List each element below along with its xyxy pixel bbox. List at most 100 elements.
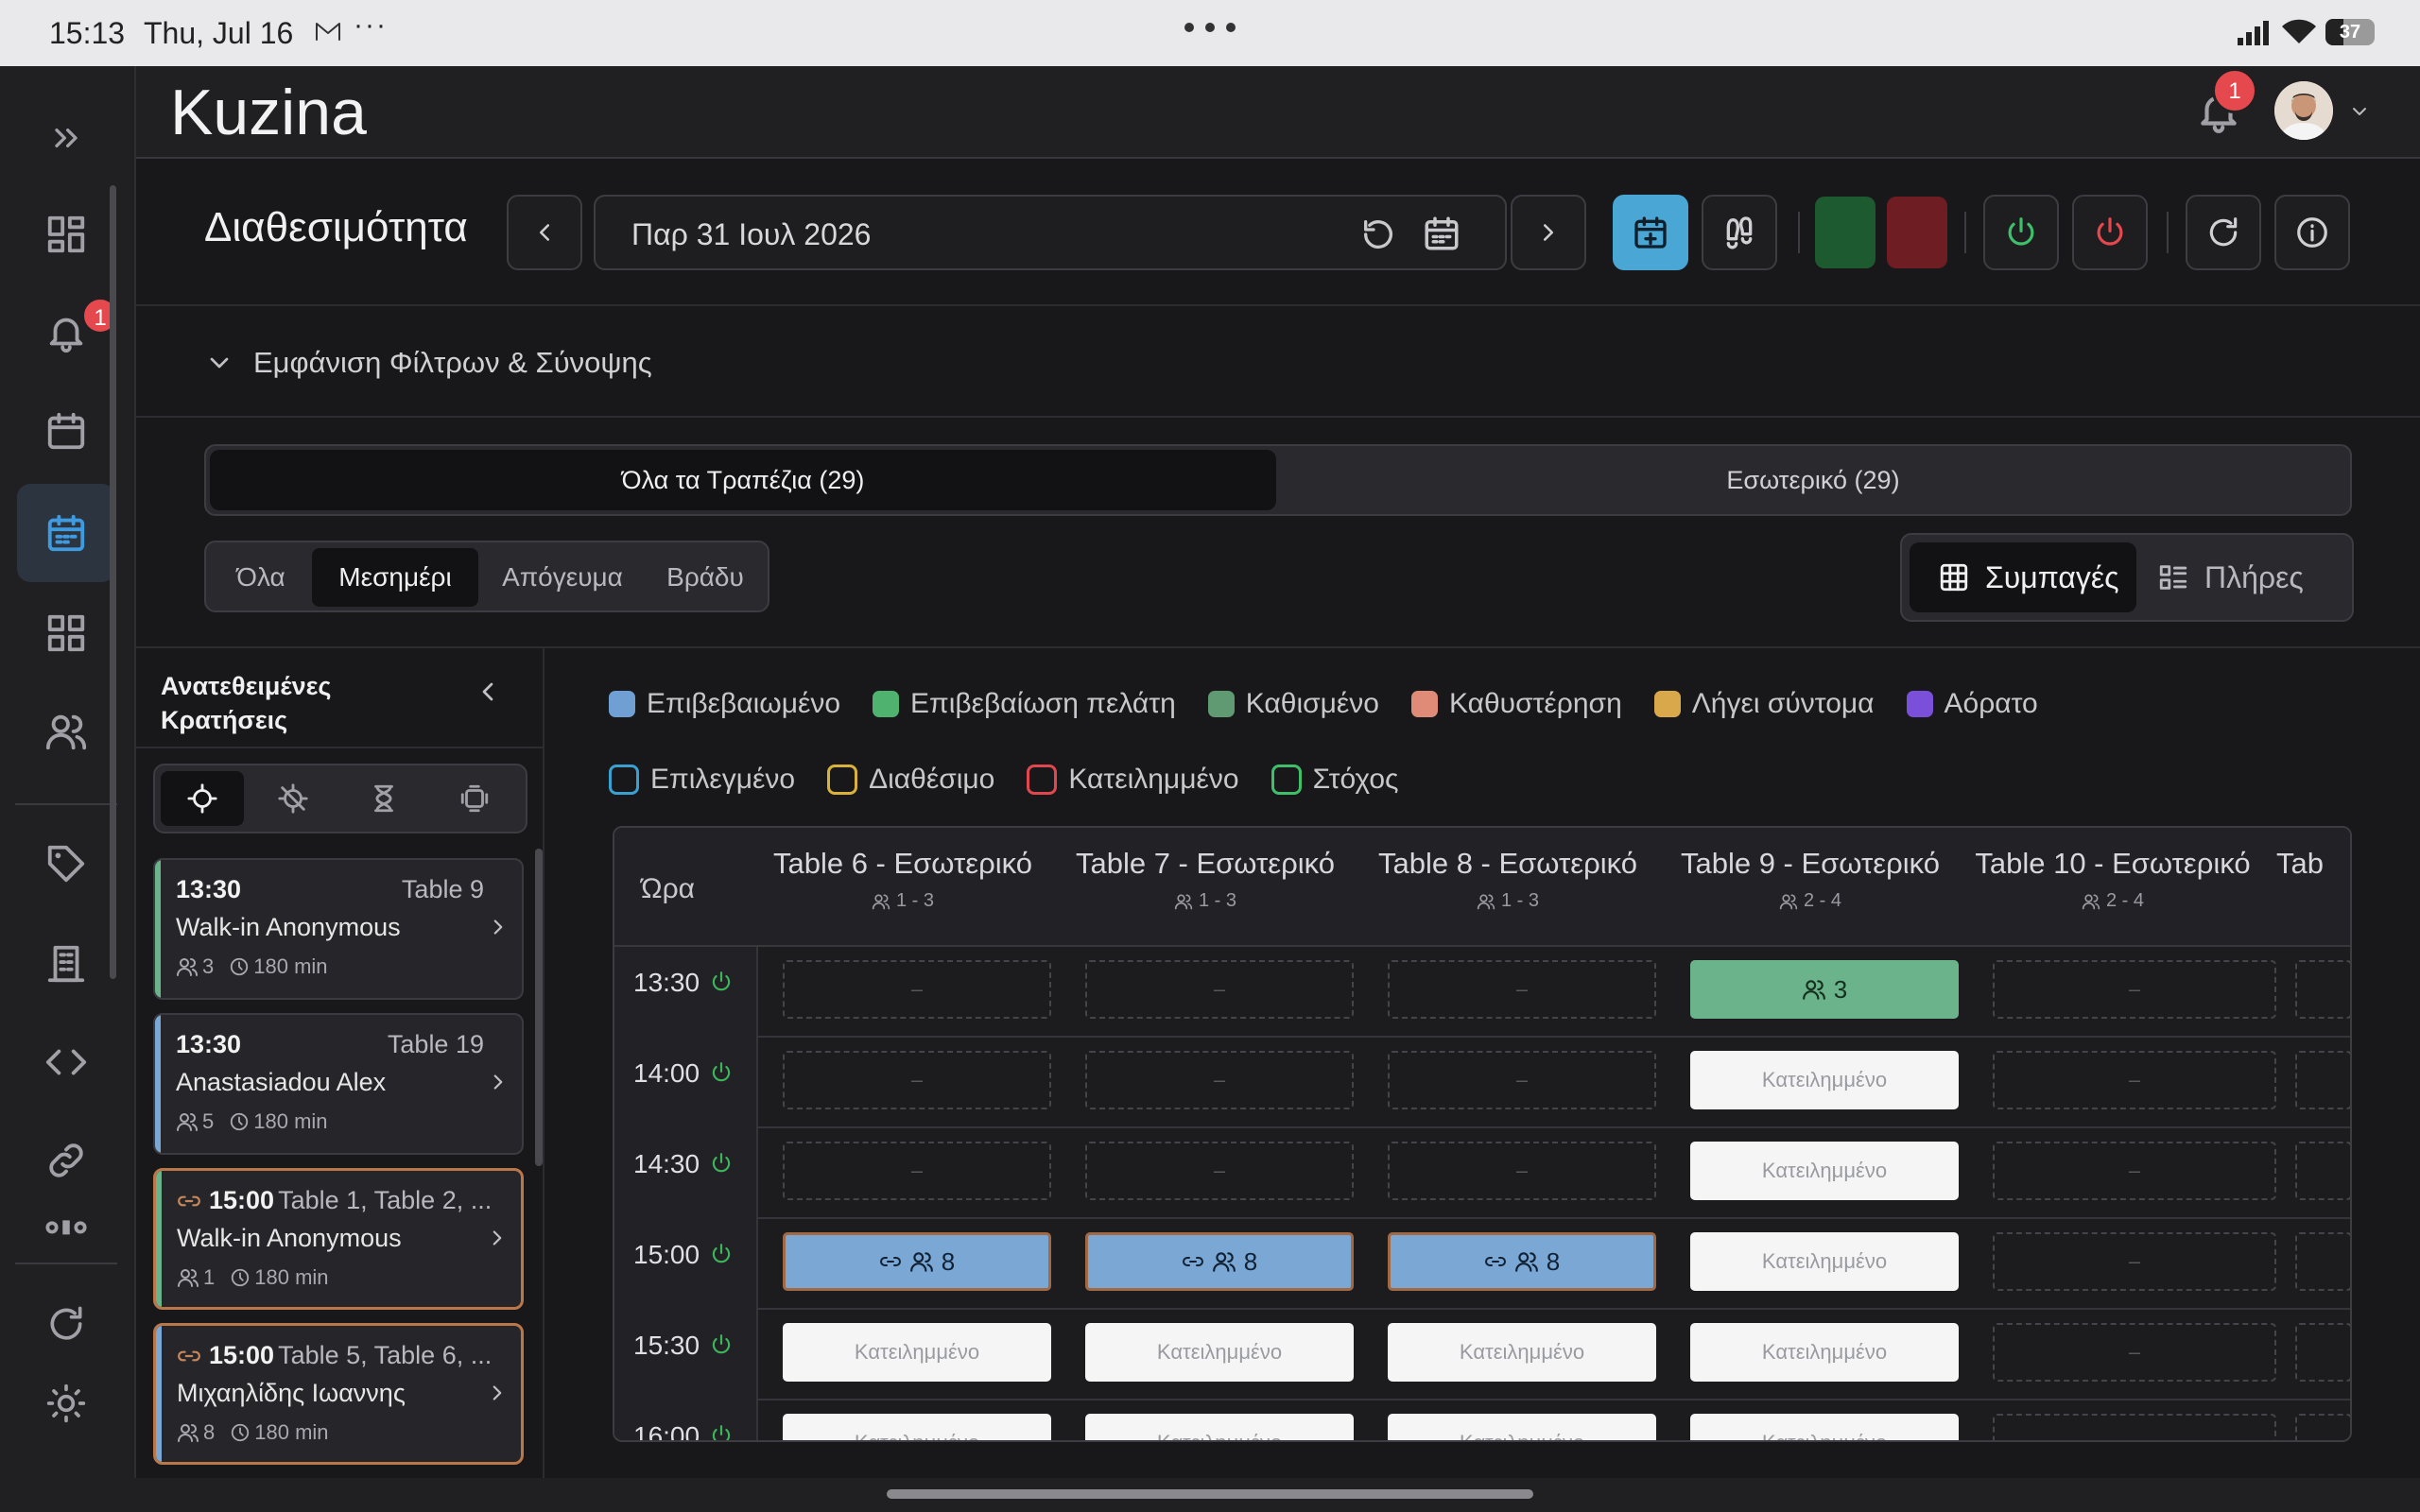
status-swatch-green[interactable] <box>1815 197 1876 268</box>
power-icon[interactable] <box>709 1332 734 1357</box>
sidebar-theme-button[interactable] <box>17 1361 115 1446</box>
tab-all-tables[interactable]: Όλα τα Τραπέζια (29) <box>210 450 1276 510</box>
sidebar-item-sensors[interactable] <box>17 1193 115 1259</box>
filter-tables-icon[interactable] <box>433 771 516 826</box>
slot-conf[interactable]: 8 <box>1085 1232 1354 1291</box>
slot-occ[interactable]: Κατειλημμένο <box>1690 1232 1959 1291</box>
slot-empty[interactable]: – <box>1993 1232 2276 1291</box>
slot-empty[interactable] <box>2295 960 2350 1019</box>
slot-seat[interactable]: 3 <box>1690 960 1959 1019</box>
filter-crosshair-icon[interactable] <box>161 771 244 826</box>
slot-empty[interactable]: – <box>1388 1142 1656 1200</box>
avatar[interactable] <box>2274 81 2333 140</box>
chevron-down-icon[interactable] <box>2348 100 2371 123</box>
slot-occ[interactable]: Κατειλημμένο <box>1690 1142 1959 1200</box>
slot-empty[interactable]: – <box>783 1051 1051 1109</box>
reset-date-icon[interactable] <box>1359 215 1397 253</box>
power-icon[interactable] <box>709 1060 734 1085</box>
tab-interior[interactable]: Εσωτερικό (29) <box>1280 450 2346 510</box>
sidebar-item-code[interactable] <box>17 1013 115 1111</box>
multitask-dots-icon[interactable] <box>1182 21 1238 34</box>
view-compact-button[interactable]: Συμπαγές <box>1910 542 2136 612</box>
calendar-icon[interactable] <box>1422 214 1461 253</box>
power-icon[interactable] <box>709 970 734 994</box>
reservation-card[interactable]: 13:30 Table 19 Anastasiadou Alex 5 180 mi… <box>153 1013 524 1155</box>
refresh-button[interactable] <box>2186 195 2261 270</box>
power-icon[interactable] <box>709 1423 734 1440</box>
filters-toggle[interactable]: Εμφάνιση Φίλτρων & Σύνοψης <box>136 306 2420 418</box>
slot-empty[interactable]: – <box>1388 960 1656 1019</box>
empty-label: – <box>2128 1340 2141 1364</box>
slot-empty[interactable]: – <box>1085 1142 1354 1200</box>
sidebar-item-dashboard[interactable] <box>17 185 115 284</box>
next-day-button[interactable] <box>1511 195 1586 270</box>
slot-empty[interactable]: – <box>783 1142 1051 1200</box>
slot-occ[interactable]: Κατειλημμένο <box>1690 1051 1959 1109</box>
shift-evening[interactable]: Βράδυ <box>647 548 764 607</box>
table-column-header[interactable]: Table 6 - Εσωτερικό 1 - 3 <box>758 847 1047 912</box>
slot-occ[interactable]: Κατειλημμένο <box>783 1414 1051 1440</box>
table-column-header[interactable]: Table 7 - Εσωτερικό 1 - 3 <box>1061 847 1350 912</box>
slot-empty[interactable]: – <box>783 960 1051 1019</box>
sidebar-item-calendar[interactable] <box>17 382 115 480</box>
reservation-card[interactable]: 13:30 Table 9 Walk-in Anonymous 3 180 min <box>153 858 524 1000</box>
slot-empty[interactable] <box>2295 1414 2350 1440</box>
sidebar-scrollbar[interactable] <box>110 185 116 979</box>
view-full-button[interactable]: Πλήρες <box>2140 542 2348 612</box>
table-column-header[interactable]: Tab <box>2271 847 2350 881</box>
slot-empty[interactable] <box>2295 1232 2350 1291</box>
slot-occ[interactable]: Κατειλημμένο <box>1690 1414 1959 1440</box>
group-reservation-card[interactable]: 15:00 Table 1, Table 2, ... Walk-in Anony… <box>153 1168 524 1310</box>
table-column-header[interactable]: Table 8 - Εσωτερικό 1 - 3 <box>1363 847 1652 912</box>
sidebar-item-availability[interactable] <box>17 484 115 582</box>
filter-hourglass-icon[interactable] <box>342 771 425 826</box>
collapse-panel-icon[interactable] <box>473 677 503 707</box>
slot-empty[interactable]: – <box>1993 1323 2276 1382</box>
slot-empty[interactable]: – <box>1993 1142 2276 1200</box>
sidebar-item-reports[interactable] <box>17 915 115 1013</box>
slot-empty[interactable]: – <box>1993 960 2276 1019</box>
slot-empty[interactable]: – <box>1085 1051 1354 1109</box>
slot-occ[interactable]: Κατειλημμένο <box>1690 1323 1959 1382</box>
open-all-button[interactable] <box>1983 195 2059 270</box>
date-picker[interactable]: Παρ 31 Ιουλ 2026 <box>594 195 1507 270</box>
expand-sidebar-icon[interactable] <box>17 89 115 187</box>
slot-empty[interactable]: – <box>1085 960 1354 1019</box>
sidebar-refresh-button[interactable] <box>17 1281 115 1366</box>
sidebar-item-tables[interactable] <box>17 584 115 682</box>
filter-crosshair-off-icon[interactable] <box>251 771 335 826</box>
slot-occ[interactable]: Κατειλημμένο <box>1085 1323 1354 1382</box>
status-swatch-red[interactable] <box>1887 197 1947 268</box>
sidebar-item-tags[interactable] <box>17 815 115 913</box>
add-booking-button[interactable] <box>1613 195 1688 270</box>
shift-all[interactable]: Όλα <box>212 548 310 607</box>
power-icon[interactable] <box>709 1151 734 1176</box>
table-column-header[interactable]: Table 9 - Εσωτερικό 2 - 4 <box>1666 847 1955 912</box>
sidebar-item-customers[interactable] <box>17 682 115 781</box>
info-button[interactable] <box>2274 195 2350 270</box>
wifi-icon <box>2280 17 2318 45</box>
sidebar-item-notifications[interactable]: 1 <box>17 284 119 382</box>
shift-midday[interactable]: Μεσημέρι <box>312 548 478 607</box>
slot-empty[interactable] <box>2295 1142 2350 1200</box>
slot-empty[interactable]: – <box>1388 1051 1656 1109</box>
table-column-header[interactable]: Table 10 - Εσωτερικό 2 - 4 <box>1968 847 2257 912</box>
slot-empty[interactable]: – <box>1993 1051 2276 1109</box>
slot-occ[interactable]: Κατειλημμένο <box>1388 1414 1656 1440</box>
group-reservation-card[interactable]: 15:00 Table 5, Table 6, ... Μιχαηλίδης Ιω… <box>153 1323 524 1465</box>
panel-scrollbar[interactable] <box>535 849 543 1166</box>
slot-occ[interactable]: Κατειλημμένο <box>783 1323 1051 1382</box>
power-icon[interactable] <box>709 1242 734 1266</box>
slot-empty[interactable]: – <box>1993 1414 2276 1440</box>
slot-occ[interactable]: Κατειλημμένο <box>1085 1414 1354 1440</box>
slot-empty[interactable] <box>2295 1051 2350 1109</box>
walk-in-button[interactable] <box>1702 195 1777 270</box>
close-all-button[interactable] <box>2072 195 2148 270</box>
slot-conf[interactable]: 8 <box>1388 1232 1656 1291</box>
home-indicator[interactable] <box>887 1489 1533 1499</box>
shift-afternoon[interactable]: Απόγευμα <box>480 548 645 607</box>
slot-empty[interactable] <box>2295 1323 2350 1382</box>
slot-conf[interactable]: 8 <box>783 1232 1051 1291</box>
previous-day-button[interactable] <box>507 195 582 270</box>
slot-occ[interactable]: Κατειλημμένο <box>1388 1323 1656 1382</box>
